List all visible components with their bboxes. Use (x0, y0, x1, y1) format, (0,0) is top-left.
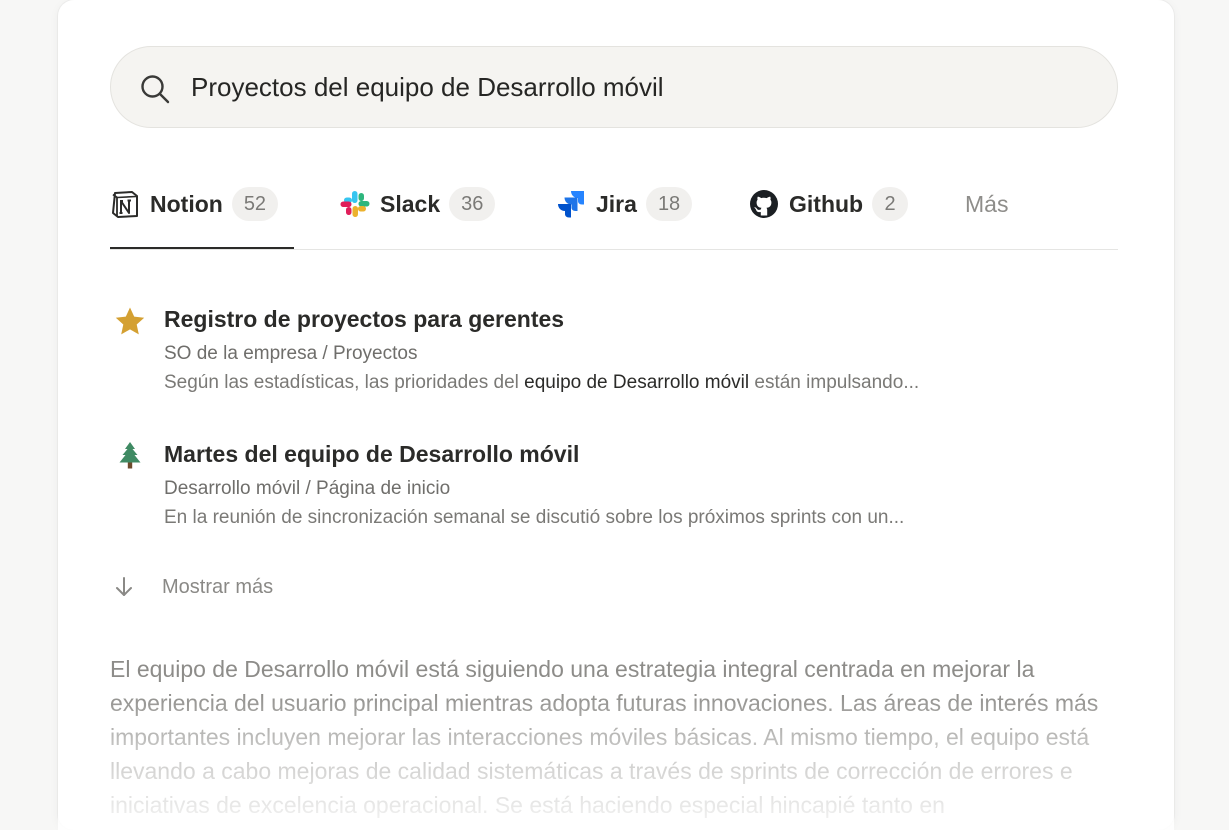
snippet-text: Según las estadísticas, las prioridades … (164, 372, 525, 393)
github-icon (750, 190, 778, 218)
result-path: Desarrollo móvil / Página de inicio (164, 478, 451, 499)
result-snippet: Según las estadísticas, las prioridades … (164, 372, 919, 394)
count-badge: 36 (449, 187, 496, 221)
tab-more[interactable]: Más (965, 184, 1008, 224)
tab-github[interactable]: Github 2 (749, 184, 909, 224)
star-icon (115, 307, 145, 335)
search-input[interactable] (191, 65, 1091, 109)
show-more-label: Mostrar más (162, 575, 274, 598)
result-path: SO de la empresa / Proyectos (164, 343, 418, 364)
slack-icon (340, 191, 370, 217)
arrow-down-icon (116, 577, 132, 596)
result-title[interactable]: Martes del equipo de Desarrollo móvil (164, 441, 579, 468)
tab-label: Notion (150, 190, 223, 217)
tab-label: Más (965, 190, 1009, 217)
count-badge: 2 (872, 187, 909, 221)
active-tab-indicator (110, 247, 294, 249)
search-bar[interactable] (110, 46, 1118, 128)
notion-icon (112, 191, 138, 218)
ai-summary: El equipo de Desarrollo móvil está sigui… (110, 656, 1099, 818)
count-badge: 18 (645, 187, 693, 221)
tab-label: Github (789, 190, 864, 217)
show-more-button[interactable]: Mostrar más (110, 572, 273, 602)
snippet-text: están impulsando... (749, 372, 920, 393)
tab-notion[interactable]: Notion 52 (110, 184, 279, 224)
snippet-highlight: equipo de Desarrollo móvil (524, 372, 750, 393)
tab-label: Slack (380, 190, 441, 217)
search-panel: Notion 52 Slack 36 Jira (58, 0, 1174, 830)
result-title[interactable]: Registro de proyectos para gerentes (164, 306, 564, 333)
search-icon (141, 75, 170, 104)
tab-label: Jira (596, 190, 637, 217)
count-badge: 52 (231, 187, 279, 221)
tree-icon (119, 442, 141, 469)
source-tabs: Notion 52 Slack 36 Jira 18 Github 2 Más (110, 180, 1118, 250)
tab-slack[interactable]: Slack 36 (340, 184, 496, 224)
result-snippet: En la reunión de sincronización semanal … (164, 507, 905, 528)
jira-icon (558, 191, 584, 218)
tab-jira[interactable]: Jira 18 (556, 184, 693, 224)
